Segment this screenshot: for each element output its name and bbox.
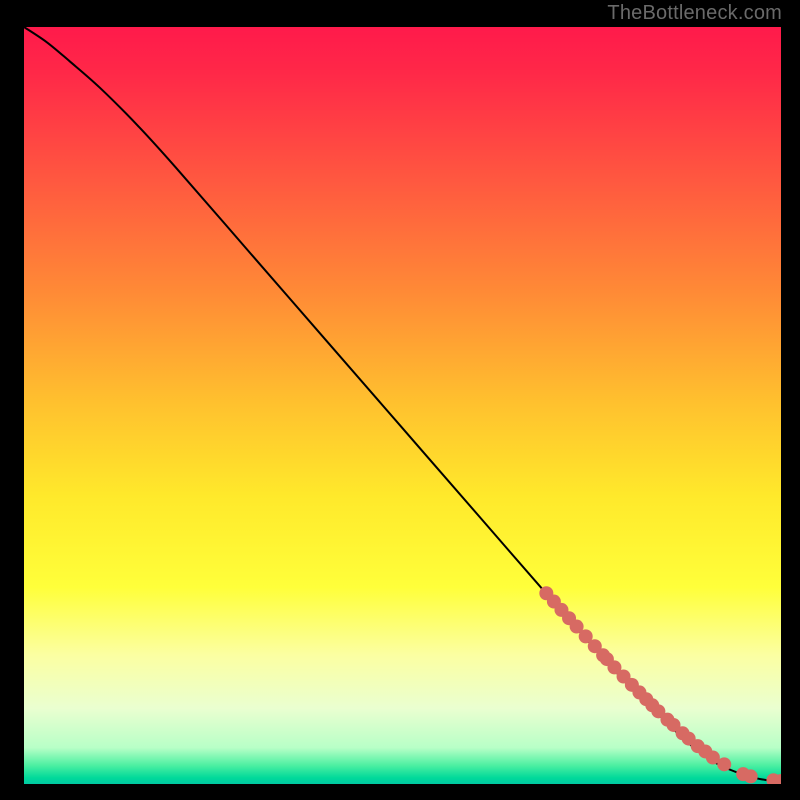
chart-frame: { "attribution": "TheBottleneck.com", "c…	[0, 0, 800, 800]
plot-background	[24, 27, 781, 784]
marker-point	[774, 774, 788, 788]
marker-point	[717, 757, 731, 771]
marker-point	[744, 769, 758, 783]
chart-plot	[0, 0, 800, 800]
attribution-text: TheBottleneck.com	[607, 2, 782, 25]
